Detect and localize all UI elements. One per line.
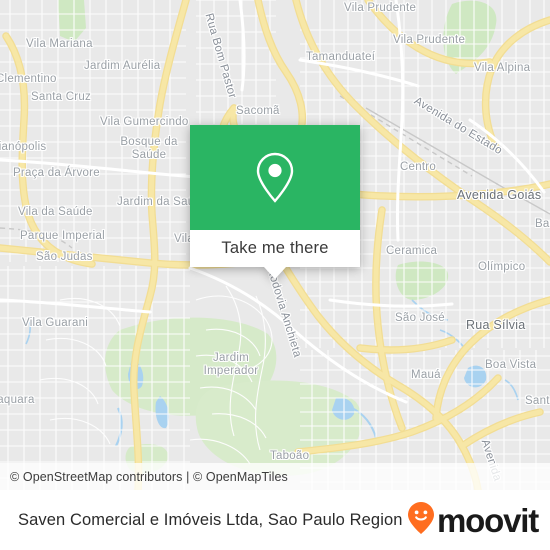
moovit-wordmark: moovit [437, 501, 539, 539]
footer-bar: Saven Comercial e Imóveis Ltda, Sao Paul… [0, 490, 550, 550]
take-me-there-button[interactable]: Take me there [190, 230, 360, 267]
callout-pointer [264, 267, 286, 279]
map-pin-icon [254, 151, 296, 205]
moovit-logo[interactable]: moovit [407, 501, 539, 540]
map-attribution: © OpenStreetMap contributors | © OpenMap… [0, 463, 550, 490]
location-title: Saven Comercial e Imóveis Ltda, Sao Paul… [18, 510, 403, 529]
callout-header [190, 125, 360, 230]
map-canvas[interactable]: .rd{stroke:#ffffff;fill:none;stroke-line… [0, 0, 550, 490]
moovit-smiling-pin-icon [407, 501, 435, 540]
location-callout-card[interactable]: Take me there [190, 125, 360, 279]
screenshot-root: .rd{stroke:#ffffff;fill:none;stroke-line… [0, 0, 550, 550]
attribution-text: © OpenStreetMap contributors | © OpenMap… [10, 469, 288, 484]
